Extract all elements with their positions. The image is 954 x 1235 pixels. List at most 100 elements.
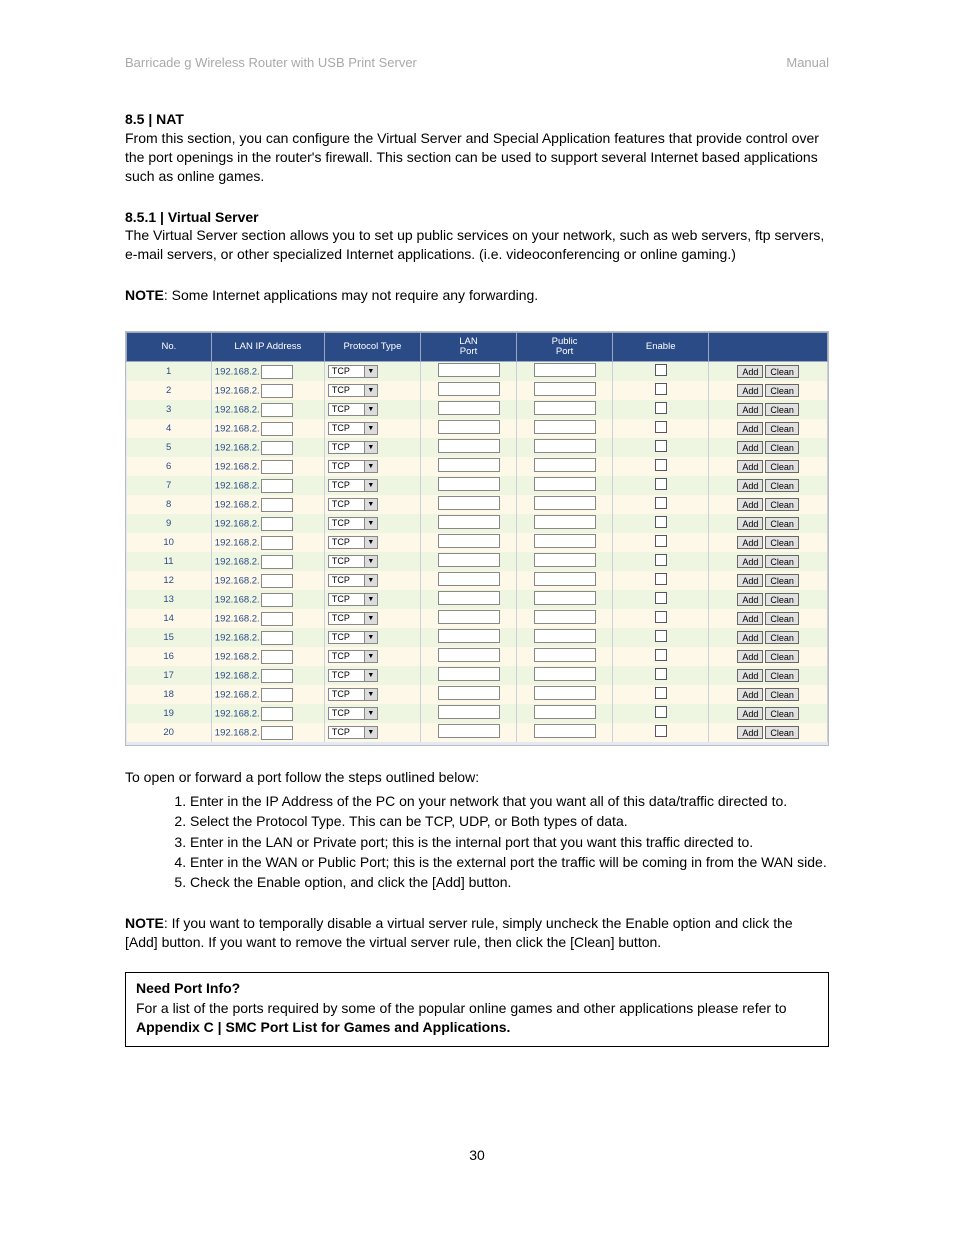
add-button[interactable]: Add	[737, 612, 763, 625]
ip-input[interactable]	[261, 631, 293, 645]
lan-port-input[interactable]	[438, 553, 500, 567]
public-port-input[interactable]	[534, 477, 596, 491]
public-port-input[interactable]	[534, 363, 596, 377]
lan-port-input[interactable]	[438, 705, 500, 719]
ip-input[interactable]	[261, 555, 293, 569]
add-button[interactable]: Add	[737, 726, 763, 739]
lan-port-input[interactable]	[438, 572, 500, 586]
enable-checkbox[interactable]	[655, 554, 667, 566]
ip-input[interactable]	[261, 726, 293, 740]
add-button[interactable]: Add	[737, 365, 763, 378]
ip-input[interactable]	[261, 707, 293, 721]
ip-input[interactable]	[261, 669, 293, 683]
add-button[interactable]: Add	[737, 574, 763, 587]
enable-checkbox[interactable]	[655, 497, 667, 509]
protocol-select[interactable]: TCP▼	[328, 612, 378, 625]
enable-checkbox[interactable]	[655, 421, 667, 433]
clean-button[interactable]: Clean	[765, 650, 799, 663]
lan-port-input[interactable]	[438, 458, 500, 472]
ip-input[interactable]	[261, 612, 293, 626]
ip-input[interactable]	[261, 574, 293, 588]
enable-checkbox[interactable]	[655, 706, 667, 718]
clean-button[interactable]: Clean	[765, 479, 799, 492]
clean-button[interactable]: Clean	[765, 365, 799, 378]
protocol-select[interactable]: TCP▼	[328, 403, 378, 416]
protocol-select[interactable]: TCP▼	[328, 460, 378, 473]
protocol-select[interactable]: TCP▼	[328, 669, 378, 682]
public-port-input[interactable]	[534, 610, 596, 624]
add-button[interactable]: Add	[737, 384, 763, 397]
enable-checkbox[interactable]	[655, 725, 667, 737]
public-port-input[interactable]	[534, 686, 596, 700]
public-port-input[interactable]	[534, 724, 596, 738]
clean-button[interactable]: Clean	[765, 403, 799, 416]
public-port-input[interactable]	[534, 382, 596, 396]
add-button[interactable]: Add	[737, 441, 763, 454]
lan-port-input[interactable]	[438, 477, 500, 491]
clean-button[interactable]: Clean	[765, 460, 799, 473]
clean-button[interactable]: Clean	[765, 498, 799, 511]
add-button[interactable]: Add	[737, 422, 763, 435]
protocol-select[interactable]: TCP▼	[328, 688, 378, 701]
clean-button[interactable]: Clean	[765, 555, 799, 568]
add-button[interactable]: Add	[737, 479, 763, 492]
clean-button[interactable]: Clean	[765, 574, 799, 587]
lan-port-input[interactable]	[438, 420, 500, 434]
public-port-input[interactable]	[534, 515, 596, 529]
clean-button[interactable]: Clean	[765, 441, 799, 454]
ip-input[interactable]	[261, 422, 293, 436]
clean-button[interactable]: Clean	[765, 669, 799, 682]
public-port-input[interactable]	[534, 667, 596, 681]
public-port-input[interactable]	[534, 705, 596, 719]
add-button[interactable]: Add	[737, 498, 763, 511]
protocol-select[interactable]: TCP▼	[328, 441, 378, 454]
protocol-select[interactable]: TCP▼	[328, 536, 378, 549]
add-button[interactable]: Add	[737, 403, 763, 416]
enable-checkbox[interactable]	[655, 516, 667, 528]
protocol-select[interactable]: TCP▼	[328, 517, 378, 530]
ip-input[interactable]	[261, 498, 293, 512]
lan-port-input[interactable]	[438, 629, 500, 643]
clean-button[interactable]: Clean	[765, 726, 799, 739]
protocol-select[interactable]: TCP▼	[328, 574, 378, 587]
lan-port-input[interactable]	[438, 724, 500, 738]
enable-checkbox[interactable]	[655, 459, 667, 471]
public-port-input[interactable]	[534, 572, 596, 586]
lan-port-input[interactable]	[438, 686, 500, 700]
add-button[interactable]: Add	[737, 517, 763, 530]
lan-port-input[interactable]	[438, 496, 500, 510]
protocol-select[interactable]: TCP▼	[328, 707, 378, 720]
lan-port-input[interactable]	[438, 401, 500, 415]
enable-checkbox[interactable]	[655, 668, 667, 680]
add-button[interactable]: Add	[737, 460, 763, 473]
ip-input[interactable]	[261, 460, 293, 474]
add-button[interactable]: Add	[737, 650, 763, 663]
clean-button[interactable]: Clean	[765, 536, 799, 549]
clean-button[interactable]: Clean	[765, 688, 799, 701]
public-port-input[interactable]	[534, 591, 596, 605]
add-button[interactable]: Add	[737, 707, 763, 720]
clean-button[interactable]: Clean	[765, 422, 799, 435]
public-port-input[interactable]	[534, 648, 596, 662]
ip-input[interactable]	[261, 403, 293, 417]
clean-button[interactable]: Clean	[765, 384, 799, 397]
protocol-select[interactable]: TCP▼	[328, 365, 378, 378]
enable-checkbox[interactable]	[655, 649, 667, 661]
public-port-input[interactable]	[534, 553, 596, 567]
protocol-select[interactable]: TCP▼	[328, 650, 378, 663]
ip-input[interactable]	[261, 688, 293, 702]
protocol-select[interactable]: TCP▼	[328, 384, 378, 397]
lan-port-input[interactable]	[438, 439, 500, 453]
enable-checkbox[interactable]	[655, 440, 667, 452]
add-button[interactable]: Add	[737, 593, 763, 606]
lan-port-input[interactable]	[438, 648, 500, 662]
ip-input[interactable]	[261, 441, 293, 455]
ip-input[interactable]	[261, 517, 293, 531]
clean-button[interactable]: Clean	[765, 631, 799, 644]
public-port-input[interactable]	[534, 439, 596, 453]
lan-port-input[interactable]	[438, 515, 500, 529]
add-button[interactable]: Add	[737, 688, 763, 701]
public-port-input[interactable]	[534, 458, 596, 472]
add-button[interactable]: Add	[737, 631, 763, 644]
ip-input[interactable]	[261, 365, 293, 379]
